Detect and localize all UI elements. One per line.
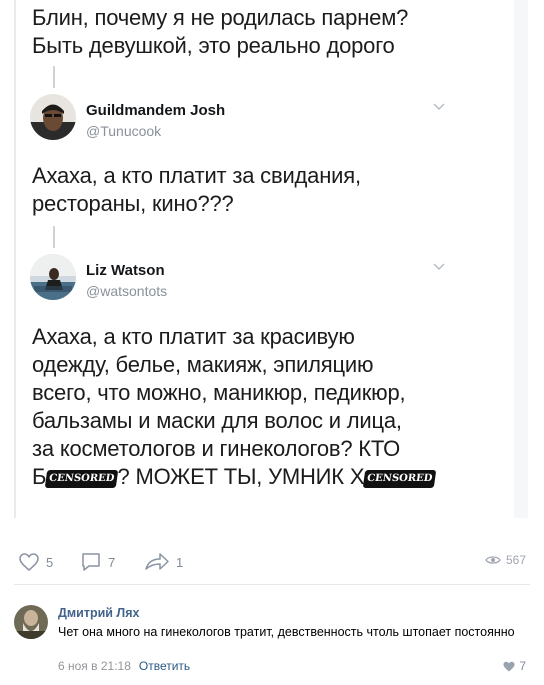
author-handle[interactable]: @Tunucook [86, 123, 161, 139]
author-name[interactable]: Guildmandem Josh [86, 102, 225, 119]
text-fragment: ? МОЖЕТ ТЫ, УМНИК Х [117, 464, 365, 489]
heart-icon [503, 661, 515, 671]
text-line: Ахаха, а кто платит за свидания, [32, 163, 361, 188]
tweet-screenshot: Блин, почему я не родилась парнем? Быть … [14, 0, 528, 518]
thread-line [53, 226, 55, 248]
share-icon [145, 553, 169, 570]
avatar [30, 94, 76, 140]
text-line: Блин, почему я не родилась парнем? [32, 5, 409, 30]
comment-author[interactable]: Дмитрий Лях [58, 606, 139, 620]
eye-icon [485, 556, 501, 564]
like-button[interactable]: 5 [18, 552, 53, 572]
comment-date[interactable]: 6 ноя в 21:18 [58, 659, 131, 673]
text-line: Ахаха, а кто платит за красивую [32, 324, 355, 349]
censored-stamp: CENSORED [44, 470, 119, 488]
censored-stamp: CENSORED [363, 470, 437, 488]
comment-button[interactable]: 7 [80, 552, 115, 572]
comment-text: Чет она много на гинекологов тратит, дев… [58, 625, 515, 639]
text-line: Быть девушкой, это реально дорого [32, 33, 395, 58]
views-count: 567 [505, 553, 526, 567]
comment-meta: 6 ноя в 21:18 Ответить [58, 659, 190, 673]
share-button[interactable]: 1 [144, 552, 183, 572]
reply1-text: Ахаха, а кто платит за свидания, рестора… [32, 162, 361, 218]
comment-avatar[interactable] [14, 605, 48, 639]
like-count: 5 [46, 554, 54, 570]
reply1-author: Guildmandem Josh @Tunucook [30, 94, 430, 144]
original-tweet-text: Блин, почему я не родилась парнем? Быть … [32, 4, 408, 60]
chevron-down-icon[interactable] [432, 102, 446, 112]
text-line: Б CENSORED? МОЖЕТ ТЫ, УМНИК Х CENSORED [32, 463, 437, 491]
text-line: за косметологов и гинекологов? КТО [32, 436, 401, 461]
text-line: всего, что можно, маникюр, педикюр, [32, 380, 406, 405]
author-handle[interactable]: @watsontots [86, 283, 167, 299]
heart-icon [19, 553, 39, 571]
comment-icon [82, 553, 100, 571]
views-counter: 567 [485, 553, 526, 567]
comment-like-button[interactable]: 7 [503, 659, 526, 673]
thread-line [53, 66, 55, 88]
comment-like-count: 7 [519, 659, 526, 673]
reply2-author: Liz Watson @watsontots [30, 254, 430, 304]
author-name[interactable]: Liz Watson [86, 262, 165, 279]
comment-count: 7 [108, 554, 116, 570]
reply-link[interactable]: Ответить [139, 659, 190, 673]
text-line: рестораны, кино??? [32, 191, 234, 216]
divider [14, 584, 530, 585]
right-shade [514, 0, 528, 518]
chevron-down-icon[interactable] [432, 262, 446, 272]
post-actions: 5 7 1 [0, 540, 544, 580]
reply2-text: Ахаха, а кто платит за красивую одежду, … [32, 323, 437, 491]
text-line: бальзамы и маски для волос и лица, [32, 408, 402, 433]
text-line: одежду, белье, макияж, эпиляцию [32, 352, 374, 377]
avatar [30, 254, 76, 300]
left-border [14, 0, 16, 518]
share-count: 1 [176, 554, 184, 570]
